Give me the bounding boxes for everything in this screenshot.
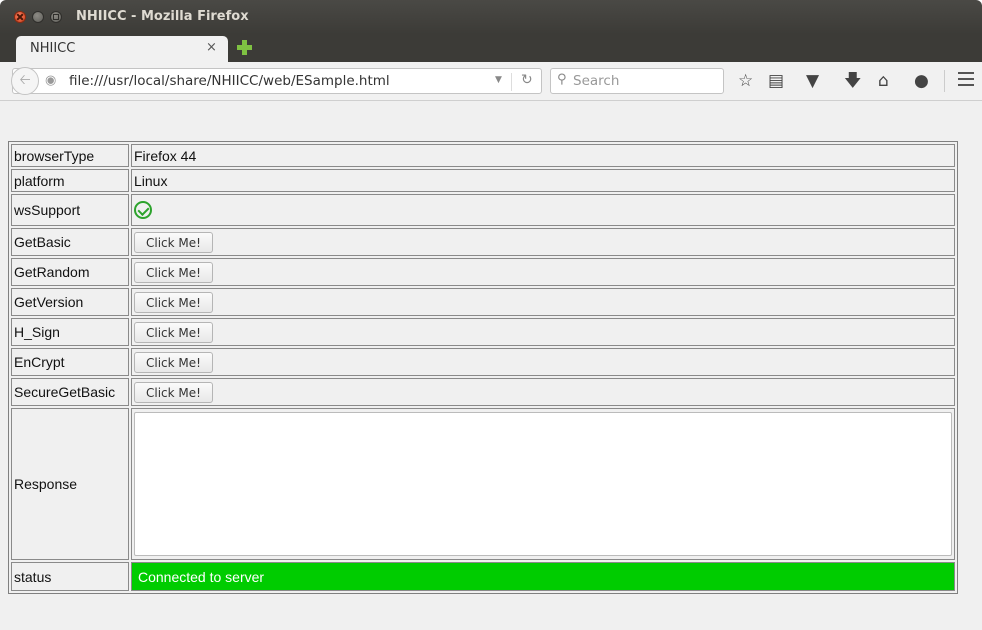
sample-table: browserType Firefox 44 platform Linux ws… xyxy=(8,141,958,594)
table-row: GetRandom Click Me! xyxy=(11,258,955,286)
get-basic-label: GetBasic xyxy=(11,228,129,256)
home-icon[interactable]: ⌂ xyxy=(878,71,889,91)
table-row: browserType Firefox 44 xyxy=(11,144,955,167)
window-minimize-button[interactable] xyxy=(32,11,44,23)
h-sign-cell: Click Me! xyxy=(131,318,955,346)
table-row: Response xyxy=(11,408,955,560)
table-row: platform Linux xyxy=(11,169,955,192)
search-input[interactable]: ⚲ Search xyxy=(550,68,724,94)
window-title: NHIICC - Mozilla Firefox xyxy=(76,9,249,24)
window-titlebar: NHIICC - Mozilla Firefox xyxy=(0,0,982,34)
window-close-button[interactable] xyxy=(14,11,26,23)
search-placeholder: Search xyxy=(573,73,620,89)
h-sign-label: H_Sign xyxy=(11,318,129,346)
tab-nhiicc[interactable]: NHIICC × xyxy=(16,36,228,62)
table-row: GetBasic Click Me! xyxy=(11,228,955,256)
back-arrow-icon[interactable]: 🡠 xyxy=(11,67,39,95)
search-icon: ⚲ xyxy=(557,72,567,87)
table-row: H_Sign Click Me! xyxy=(11,318,955,346)
platform-label: platform xyxy=(11,169,129,192)
tab-label: NHIICC xyxy=(30,41,76,56)
url-divider xyxy=(511,73,512,91)
ws-support-value xyxy=(131,194,955,226)
table-row: wsSupport xyxy=(11,194,955,226)
page-content: browserType Firefox 44 platform Linux ws… xyxy=(0,101,982,630)
response-textarea[interactable] xyxy=(134,412,952,556)
chat-bubble-icon[interactable]: ● xyxy=(914,71,929,91)
url-bar[interactable]: 🡠 ◉ file:///usr/local/share/NHIICC/web/E… xyxy=(11,67,542,95)
status-value: Connected to server xyxy=(131,562,955,591)
platform-value: Linux xyxy=(131,169,955,192)
navigation-toolbar: 🡠 ◉ file:///usr/local/share/NHIICC/web/E… xyxy=(0,62,982,101)
url-text[interactable]: file:///usr/local/share/NHIICC/web/ESamp… xyxy=(69,73,390,89)
secure-get-basic-cell: Click Me! xyxy=(131,378,955,406)
ws-support-label: wsSupport xyxy=(11,194,129,226)
table-row: EnCrypt Click Me! xyxy=(11,348,955,376)
browser-type-value: Firefox 44 xyxy=(131,144,955,167)
get-random-button[interactable]: Click Me! xyxy=(134,261,213,283)
response-label: Response xyxy=(11,408,129,560)
get-basic-cell: Click Me! xyxy=(131,228,955,256)
window-maximize-button[interactable] xyxy=(50,11,62,23)
star-icon[interactable]: ☆ xyxy=(738,71,753,91)
get-random-label: GetRandom xyxy=(11,258,129,286)
table-row: status Connected to server xyxy=(11,562,955,591)
url-dropdown-icon[interactable]: ▼ xyxy=(495,75,502,85)
get-version-label: GetVersion xyxy=(11,288,129,316)
pocket-icon[interactable]: ▼ xyxy=(806,71,819,91)
status-label: status xyxy=(11,562,129,591)
new-tab-plus-icon[interactable] xyxy=(236,39,252,55)
tab-close-icon[interactable]: × xyxy=(206,40,217,55)
toolbar-divider xyxy=(944,70,945,92)
reload-icon[interactable]: ↻ xyxy=(521,72,533,88)
get-version-cell: Click Me! xyxy=(131,288,955,316)
encrypt-label: EnCrypt xyxy=(11,348,129,376)
hamburger-menu-icon[interactable] xyxy=(958,72,974,86)
h-sign-button[interactable]: Click Me! xyxy=(134,321,213,343)
get-version-button[interactable]: Click Me! xyxy=(134,291,213,313)
globe-icon[interactable]: ◉ xyxy=(45,73,56,88)
check-circle-icon xyxy=(134,201,152,220)
secure-get-basic-button[interactable]: Click Me! xyxy=(134,381,213,403)
table-row: GetVersion Click Me! xyxy=(11,288,955,316)
get-basic-button[interactable]: Click Me! xyxy=(134,231,213,253)
secure-get-basic-label: SecureGetBasic xyxy=(11,378,129,406)
browser-type-label: browserType xyxy=(11,144,129,167)
encrypt-button[interactable]: Click Me! xyxy=(134,351,213,373)
clipboard-icon[interactable]: ▤ xyxy=(768,71,784,91)
tab-strip: NHIICC × xyxy=(0,34,982,62)
download-arrow-icon[interactable]: 🡇 xyxy=(844,71,861,91)
table-row: SecureGetBasic Click Me! xyxy=(11,378,955,406)
response-cell xyxy=(131,408,955,560)
encrypt-cell: Click Me! xyxy=(131,348,955,376)
get-random-cell: Click Me! xyxy=(131,258,955,286)
